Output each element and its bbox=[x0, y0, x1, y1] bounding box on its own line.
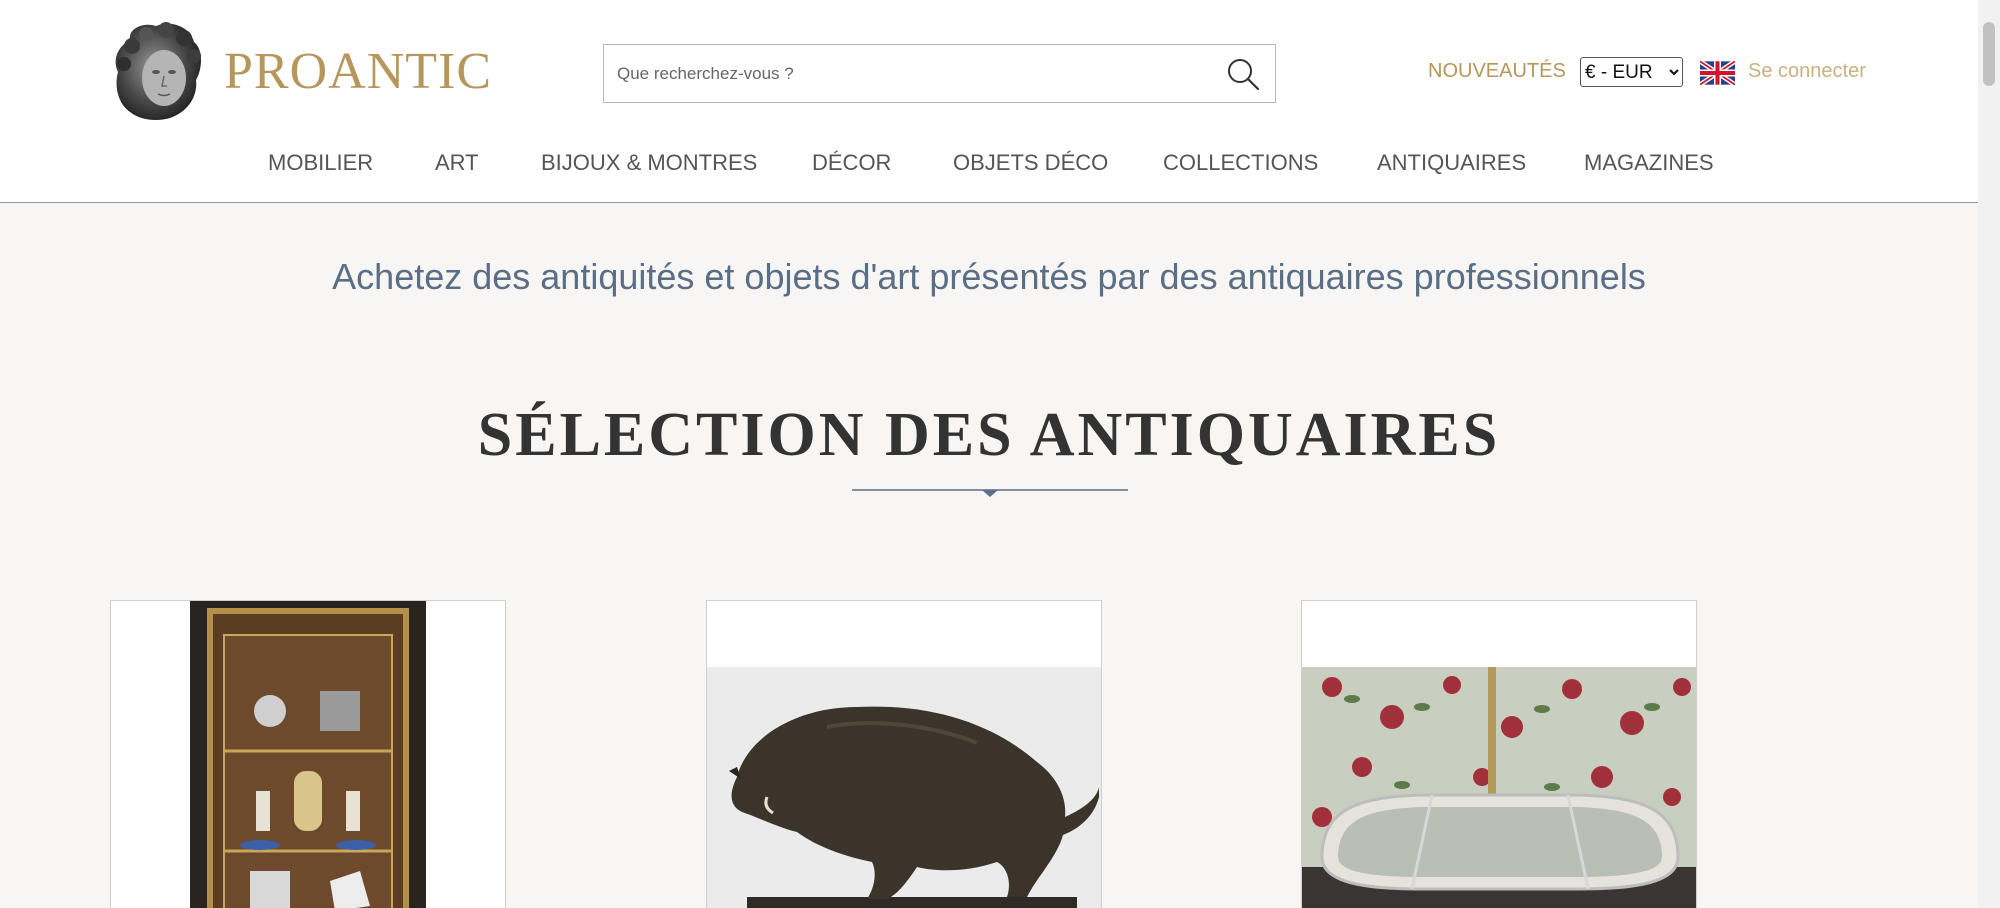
brand-logo[interactable]: PROANTIC bbox=[110, 20, 492, 122]
page-tagline: Achetez des antiquités et objets d'art p… bbox=[332, 256, 1646, 297]
product-card[interactable] bbox=[110, 600, 506, 908]
product-card[interactable] bbox=[1301, 600, 1697, 908]
nav-item-mobilier[interactable]: MOBILIER bbox=[268, 150, 373, 176]
brand-name: PROANTIC bbox=[224, 42, 493, 100]
login-link[interactable]: Se connecter bbox=[1748, 60, 1866, 83]
sculpted-head-logo-icon bbox=[115, 22, 201, 121]
nav-item-objets-deco[interactable]: OBJETS DÉCO bbox=[953, 150, 1108, 176]
uk-flag-icon[interactable] bbox=[1700, 61, 1735, 85]
product-card[interactable] bbox=[706, 600, 1102, 908]
mirrored-tray-image bbox=[1302, 667, 1696, 908]
display-cabinet-image bbox=[190, 601, 426, 908]
news-link[interactable]: NOUVEAUTÉS bbox=[1428, 60, 1566, 83]
search-icon[interactable] bbox=[1225, 56, 1261, 92]
page-scrollbar[interactable] bbox=[1978, 0, 2000, 908]
main-nav: MOBILIER ART BIJOUX & MONTRES DÉCOR OBJE… bbox=[0, 150, 1978, 180]
nav-item-bijoux-montres[interactable]: BIJOUX & MONTRES bbox=[541, 150, 757, 176]
nav-item-magazines[interactable]: MAGAZINES bbox=[1584, 150, 1714, 176]
section-divider bbox=[852, 489, 1128, 497]
site-header: PROANTIC NOUVEAUTÉS € - EUR Se connecter… bbox=[0, 0, 1978, 203]
nav-item-collections[interactable]: COLLECTIONS bbox=[1163, 150, 1318, 176]
currency-select[interactable]: € - EUR bbox=[1580, 57, 1683, 87]
section-title: SÉLECTION DES ANTIQUAIRES bbox=[477, 401, 1501, 469]
search-bar bbox=[603, 44, 1276, 103]
nav-item-art[interactable]: ART bbox=[435, 150, 479, 176]
nav-item-antiquaires[interactable]: ANTIQUAIRES bbox=[1377, 150, 1526, 176]
search-input[interactable] bbox=[604, 45, 1194, 102]
nav-item-decor[interactable]: DÉCOR bbox=[812, 150, 891, 176]
scrollbar-thumb[interactable] bbox=[1983, 22, 1995, 86]
bronze-boar-image bbox=[707, 667, 1101, 908]
